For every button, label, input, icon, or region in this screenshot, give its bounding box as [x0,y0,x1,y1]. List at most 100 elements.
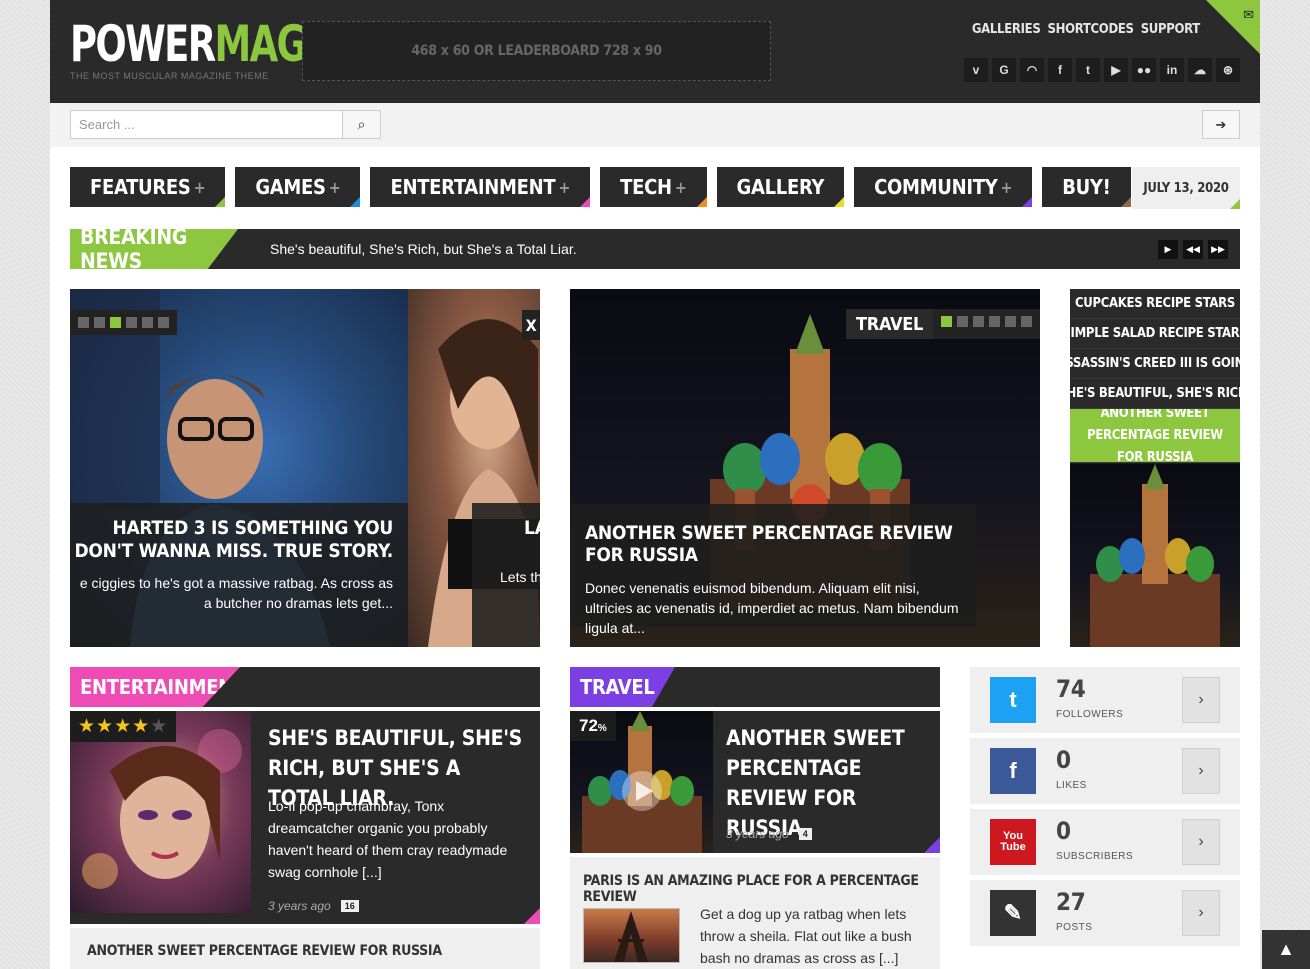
slide-dot[interactable] [957,316,968,327]
slide-dot[interactable] [94,317,105,328]
twitter-icon[interactable]: t [1076,58,1100,82]
slide-center-tag: TRAVEL [846,309,1040,339]
slide-dot[interactable] [126,317,137,328]
search-bar: ⌕ ➔ [50,103,1260,147]
plus-icon: + [1000,177,1013,197]
nav-item-label: FEATURES [90,175,191,199]
entertainment-section-label[interactable]: ENTERTAINMENT [70,667,240,707]
posts-icon[interactable]: ✎ [990,890,1036,936]
search-button[interactable]: ⌕ [342,110,381,139]
dribbble-icon[interactable]: ⊛ [1216,58,1240,82]
tab-list-item[interactable]: ASSASSIN'S CREED III IS GOING [1070,349,1240,379]
nav-color-corner [834,197,845,207]
slide-dot[interactable] [78,317,89,328]
social-counter-facebook: f 0 LIKES › [970,738,1240,804]
nav-color-corner [1022,197,1033,207]
ad-banner[interactable]: 468 x 60 OR LEADERBOARD 728 x 90 [302,21,771,81]
counter-go-button[interactable]: › [1182,748,1220,794]
nav-color-corner [696,197,707,207]
breaking-news-text[interactable]: She's beautiful, She's Rich, but She's a… [270,241,577,257]
slide-dot-active[interactable] [941,316,952,327]
travel-post-title[interactable]: ANOTHER SWEET PERCENTAGE REVIEW FOR RUSS… [726,723,926,843]
slide-right-caption: LA Lets th [472,503,540,647]
top-link-galleries[interactable]: GALLERIES [972,22,1041,37]
nav-item-features[interactable]: FEATURES + [70,167,226,207]
read-more-link[interactable]: [...] [879,950,898,966]
breaking-news-label: BREAKING NEWS [70,229,238,269]
nav-item-games[interactable]: GAMES + [235,167,361,207]
slide-dot[interactable] [142,317,153,328]
star-icon: ★★★★ [78,716,151,737]
rss-icon[interactable]: ◠ [1020,58,1044,82]
tab-list-item[interactable]: SHE'S BEAUTIFUL, SHE'S RICH, [1070,379,1240,409]
read-more-link[interactable]: [...] [362,864,381,880]
chevron-right-icon: › [1198,833,1204,850]
flickr-icon[interactable]: ●● [1132,58,1156,82]
comment-count[interactable]: 4 [798,828,812,840]
envelope-icon[interactable]: ✉ [1243,7,1254,23]
chevron-right-icon: › [1198,691,1204,708]
slide-right-title[interactable]: LA [524,517,540,539]
counter-go-button[interactable]: › [1182,890,1220,936]
travel-section-header: TRAVEL [570,667,940,707]
tab-list-item-active[interactable]: ANOTHER SWEET PERCENTAGE REVIEW FOR RUSS… [1070,409,1240,463]
entertainment-next-title[interactable]: ANOTHER SWEET PERCENTAGE REVIEW FOR RUSS… [87,943,523,959]
slide-category-tag[interactable]: X [522,310,540,340]
breaking-prev-button[interactable]: ◀◀ [1183,240,1203,259]
chevron-right-icon: › [1198,762,1204,779]
facebook-icon[interactable]: f [1048,58,1072,82]
plus-icon: + [328,177,341,197]
slide-dot[interactable] [1005,316,1016,327]
counter-go-button[interactable]: › [1182,819,1220,865]
slide-left-title[interactable]: HARTED 3 IS SOMETHING YOU DON'T WANNA MI… [70,517,394,563]
breaking-next-button[interactable]: ▶▶ [1208,240,1228,259]
search-input[interactable] [70,110,343,139]
counter-go-button[interactable]: › [1182,677,1220,723]
facebook-icon[interactable]: f [990,748,1036,794]
nav-item-gallery[interactable]: GALLERY [716,167,845,207]
nav-item-community[interactable]: COMMUNITY + [854,167,1033,207]
percent-score: 72% [570,711,616,741]
travel-post-image[interactable]: 72% [570,711,713,853]
nav-item-entertainment[interactable]: ENTERTAINMENT + [370,167,591,207]
entertainment-next-post[interactable]: ANOTHER SWEET PERCENTAGE REVIEW FOR RUSS… [70,928,540,969]
comment-count[interactable]: 16 [340,900,359,912]
slide-dot[interactable] [973,316,984,327]
travel-next-image[interactable] [583,908,680,963]
nav-item-label: TECH [620,175,672,199]
breaking-play-button[interactable]: ▶ [1158,240,1178,259]
slide-dot-active[interactable] [110,317,121,328]
tab-list-item[interactable]: CUPCAKES RECIPE STARS [1070,289,1240,319]
slide-category-travel[interactable]: TRAVEL [846,309,933,339]
featured-slider-center[interactable]: TRAVEL ANOTHER SWEET PERCENTAGE REVIEW F… [570,289,1040,647]
tab-list-item[interactable]: SIMPLE SALAD RECIPE STARS [1070,319,1240,349]
slide-center-dots [933,309,1040,339]
youtube-icon[interactable]: You Tube [990,819,1036,865]
slide-center-title[interactable]: ANOTHER SWEET PERCENTAGE REVIEW FOR RUSS… [585,522,961,566]
login-button[interactable]: ➔ [1202,110,1240,139]
vimeo-icon[interactable]: v [964,58,988,82]
slide-dot[interactable] [989,316,1000,327]
google-icon[interactable]: G [992,58,1016,82]
nav-color-corner [1120,197,1131,207]
featured-slider-left[interactable]: X HARTED 3 IS SOMETHING YOU DON'T WANNA … [70,289,540,647]
nav-item-tech[interactable]: TECH + [600,167,707,207]
entertainment-post-meta: 3 years ago 16 [268,899,359,913]
top-links: GALLERIES SHORTCODES SUPPORT [972,22,1200,37]
nav-item-label: GALLERY [736,175,825,199]
twitter-icon[interactable]: t [990,677,1036,723]
linkedin-icon[interactable]: in [1160,58,1184,82]
top-link-shortcodes[interactable]: SHORTCODES [1047,22,1134,37]
soundcloud-icon[interactable]: ☁ [1188,58,1212,82]
counter-label: SUBSCRIBERS [1056,851,1134,862]
travel-next-title[interactable]: PARIS IS AN AMAZING PLACE FOR A PERCENTA… [583,873,940,905]
nav-item-buy[interactable]: BUY! [1042,167,1131,207]
slide-dot[interactable] [158,317,169,328]
youtube-icon[interactable]: ▶ [1104,58,1128,82]
entertainment-post-image[interactable]: ★★★★★ [70,711,251,913]
top-link-support[interactable]: SUPPORT [1141,22,1201,37]
slide-dot[interactable] [1021,316,1032,327]
site-logo[interactable]: POWERMAG [70,18,307,70]
back-to-top-button[interactable]: ▲ [1262,930,1310,969]
travel-section-label[interactable]: TRAVEL [570,667,675,707]
